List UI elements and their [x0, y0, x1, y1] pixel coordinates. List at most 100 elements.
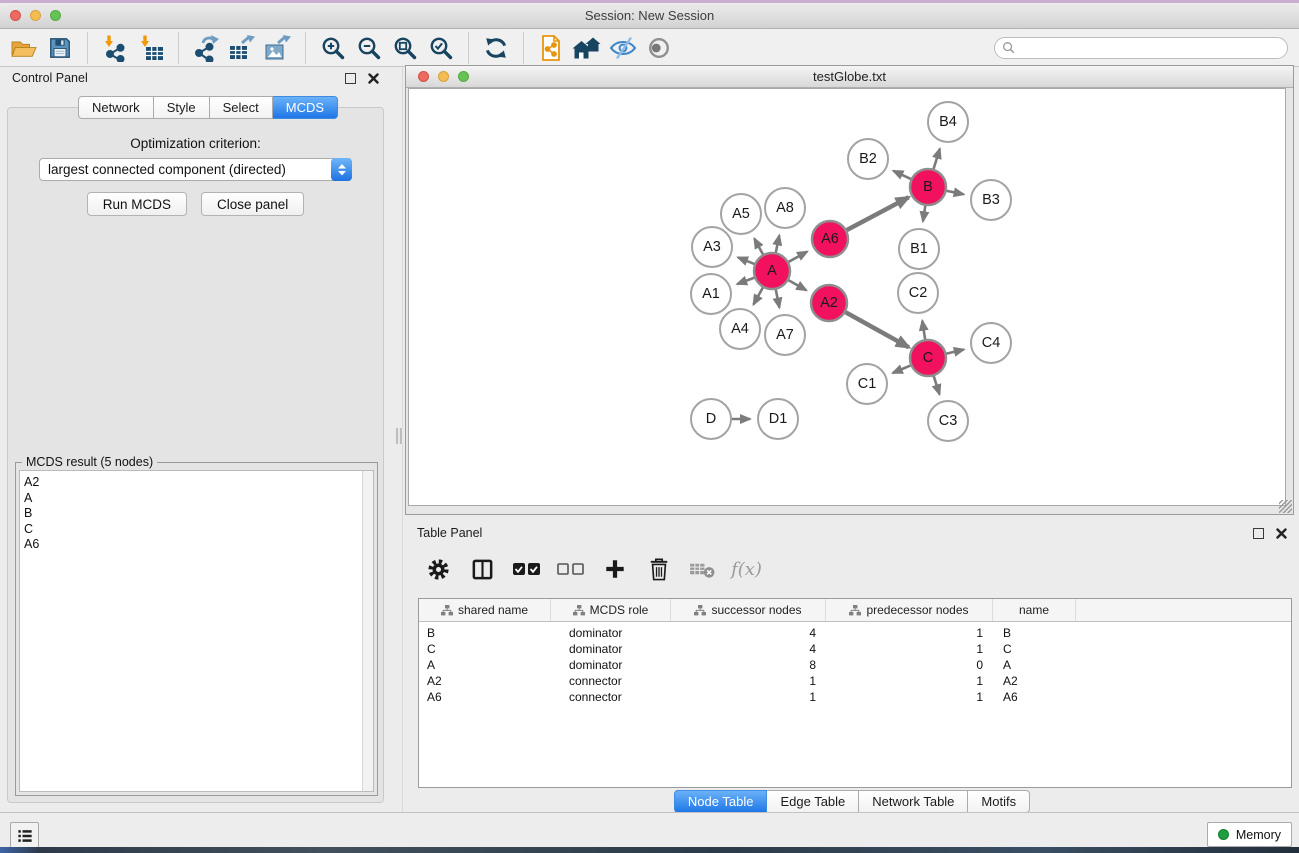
import-network-icon	[101, 34, 129, 62]
show-hide-button[interactable]	[641, 31, 677, 65]
tab-network[interactable]: Network	[78, 96, 154, 119]
graph-edge-B-B3[interactable]	[945, 190, 964, 194]
run-mcds-button[interactable]: Run MCDS	[87, 192, 187, 216]
first-neighbors-button[interactable]	[569, 31, 605, 65]
panel-splitter-handle[interactable]	[396, 428, 404, 444]
close-window-button[interactable]	[10, 10, 21, 21]
import-table-button[interactable]	[133, 31, 169, 65]
float-table-panel-icon[interactable]	[1253, 528, 1264, 539]
sitemap-icon	[441, 605, 453, 616]
graph-edge-A-A7[interactable]	[775, 288, 779, 308]
zoom-out-button[interactable]	[351, 31, 387, 65]
zoom-selected-button[interactable]	[423, 31, 459, 65]
graph-edge-A-A2[interactable]	[787, 279, 807, 290]
zoom-fit-button[interactable]	[387, 31, 423, 65]
memory-button[interactable]: Memory	[1207, 822, 1292, 847]
tab-motifs[interactable]: Motifs	[968, 790, 1030, 813]
close-panel-button[interactable]: Close panel	[201, 192, 304, 216]
column-header[interactable]: name	[993, 599, 1076, 621]
search-input[interactable]	[1019, 39, 1287, 57]
graph-edge-A-A4[interactable]	[754, 286, 764, 305]
graph-edge-A-A8[interactable]	[775, 235, 779, 254]
mcds-result-listbox[interactable]: A2ABCA6	[19, 470, 374, 792]
mcds-result-title: MCDS result (5 nodes)	[22, 455, 157, 469]
minimize-window-button[interactable]	[30, 10, 41, 21]
select-all-columns-button[interactable]	[510, 553, 543, 585]
show-hide-graphics-details-button[interactable]	[605, 31, 641, 65]
export-table-button[interactable]	[224, 31, 260, 65]
network-minimize-button[interactable]	[438, 71, 449, 82]
export-image-button[interactable]	[260, 31, 296, 65]
graph-edge-A6-B[interactable]	[845, 197, 909, 231]
search-box[interactable]	[994, 37, 1288, 59]
tab-mcds[interactable]: MCDS	[273, 96, 338, 119]
network-close-button[interactable]	[418, 71, 429, 82]
memory-status-icon	[1218, 829, 1229, 840]
table-settings-button[interactable]	[422, 553, 455, 585]
table-row[interactable]: Adominator80A	[419, 657, 1291, 673]
network-view-window[interactable]: testGlobe.txt B4B2BB3A8A5A6A3B1AC2A1A2A4…	[405, 65, 1294, 515]
result-item[interactable]: A2	[20, 475, 373, 491]
graph-edge-B-B4[interactable]	[933, 149, 940, 171]
graph-edge-C-C3[interactable]	[933, 374, 939, 394]
table-row[interactable]: A6connector11A6	[419, 689, 1291, 705]
graph-edge-A-A5[interactable]	[754, 239, 764, 257]
toggle-panes-button[interactable]	[466, 553, 499, 585]
close-table-panel-icon[interactable]	[1276, 528, 1287, 539]
node-table[interactable]: shared nameMCDS rolesuccessor nodesprede…	[418, 598, 1292, 788]
table-row[interactable]: Cdominator41C	[419, 641, 1291, 657]
graph-edge-B-B1[interactable]	[923, 204, 926, 222]
result-item[interactable]: C	[20, 522, 373, 538]
network-view-titlebar[interactable]: testGlobe.txt	[406, 66, 1293, 88]
criterion-dropdown[interactable]: largest connected component (directed)	[39, 158, 352, 181]
result-item[interactable]: B	[20, 506, 373, 522]
function-builder-button[interactable]: f(x)	[730, 553, 763, 585]
zoom-window-button[interactable]	[50, 10, 61, 21]
result-item[interactable]: A	[20, 491, 373, 507]
table-panel-tabs: Node Table Edge Table Network Table Moti…	[405, 790, 1299, 813]
graph-edge-B-B2[interactable]	[893, 171, 912, 180]
app-titlebar[interactable]: Session: New Session	[0, 3, 1299, 29]
network-zoom-button[interactable]	[458, 71, 469, 82]
apply-layout-button[interactable]	[478, 31, 514, 65]
result-list-scrollbar[interactable]	[362, 471, 373, 791]
zoom-in-button[interactable]	[315, 31, 351, 65]
graph-edge-A2-C[interactable]	[844, 311, 909, 347]
graph-edge-A-A3[interactable]	[738, 257, 756, 264]
deselect-all-columns-button[interactable]	[554, 553, 587, 585]
resize-grip-icon[interactable]	[1279, 500, 1292, 513]
tab-select[interactable]: Select	[210, 96, 273, 119]
network-graph[interactable]: B4B2BB3A8A5A6A3B1AC2A1A2A4A7C4CC1DD1C3	[409, 89, 1285, 505]
tab-network-table[interactable]: Network Table	[859, 790, 968, 813]
export-network-button[interactable]	[188, 31, 224, 65]
float-panel-icon[interactable]	[345, 73, 356, 84]
table-row[interactable]: Bdominator41B	[419, 625, 1291, 641]
control-panel-tabs: Network Style Select MCDS	[78, 96, 338, 119]
column-header[interactable]: shared name	[419, 599, 551, 621]
open-session-button[interactable]	[6, 31, 42, 65]
network-canvas[interactable]: B4B2BB3A8A5A6A3B1AC2A1A2A4A7C4CC1DD1C3	[408, 88, 1286, 506]
new-network-from-selection-button[interactable]	[533, 31, 569, 65]
create-column-button[interactable]	[598, 553, 631, 585]
delete-table-button[interactable]	[686, 553, 719, 585]
tab-node-table[interactable]: Node Table	[674, 790, 768, 813]
table-row[interactable]: A2connector11A2	[419, 673, 1291, 689]
delete-columns-button[interactable]	[642, 553, 675, 585]
graph-edge-C-C4[interactable]	[945, 350, 964, 355]
column-header[interactable]: successor nodes	[671, 599, 826, 621]
import-network-button[interactable]	[97, 31, 133, 65]
column-header[interactable]: MCDS role	[551, 599, 671, 621]
graph-edge-C-C2[interactable]	[922, 321, 925, 342]
graph-edge-A-A1[interactable]	[737, 277, 756, 284]
graph-edge-C-C1[interactable]	[893, 365, 913, 373]
result-item[interactable]: A6	[20, 537, 373, 553]
dropdown-stepper-icon[interactable]	[331, 158, 352, 181]
task-history-button[interactable]	[10, 822, 39, 847]
tab-edge-table[interactable]: Edge Table	[767, 790, 859, 813]
table-cell: 8	[671, 657, 826, 673]
close-panel-icon[interactable]	[368, 73, 379, 84]
graph-edge-A-A6[interactable]	[787, 252, 807, 263]
save-session-button[interactable]	[42, 31, 78, 65]
column-header[interactable]: predecessor nodes	[826, 599, 993, 621]
tab-style[interactable]: Style	[154, 96, 210, 119]
